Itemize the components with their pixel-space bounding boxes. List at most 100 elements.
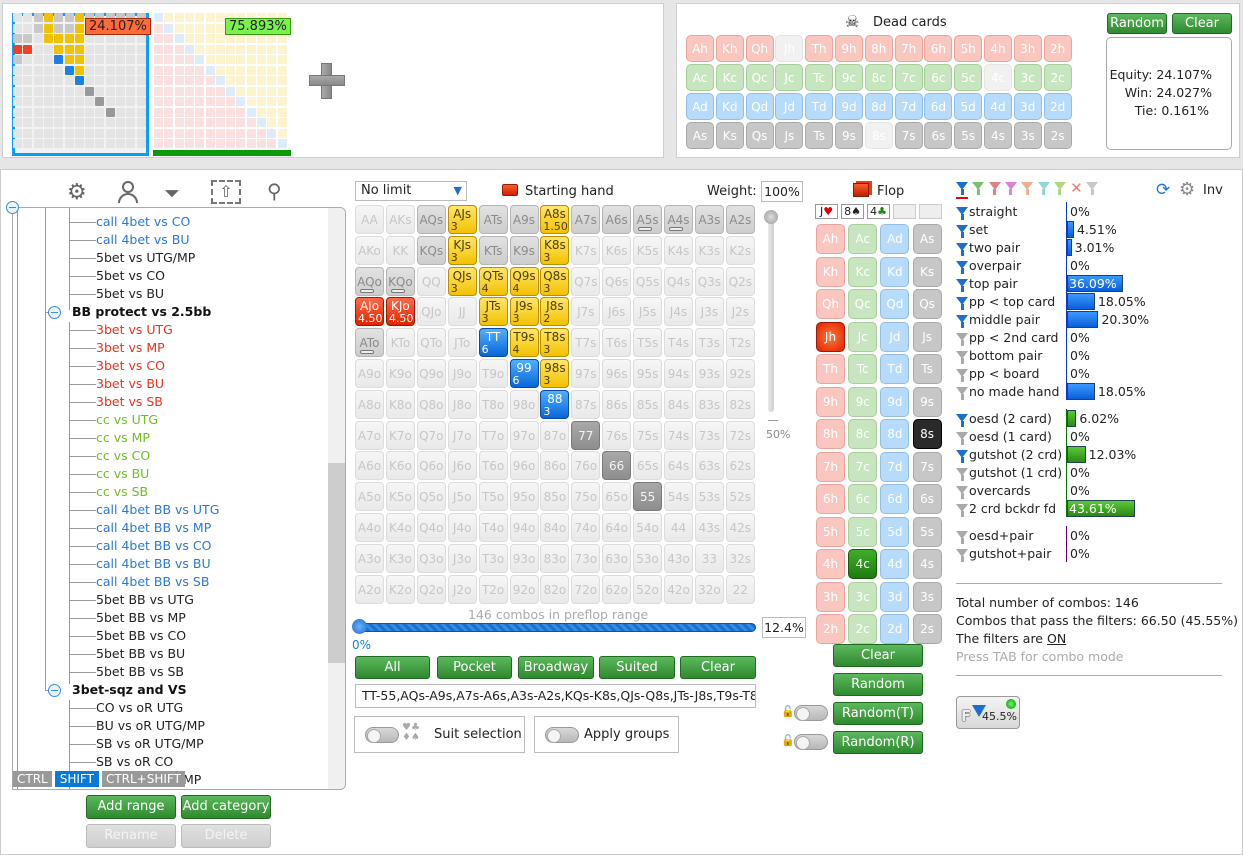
hand-cell[interactable]: QJo [416, 297, 446, 327]
hand-cell[interactable]: 62o [602, 574, 632, 604]
hand-cell[interactable]: TT 6 [478, 328, 508, 358]
hand-cell[interactable]: 66 [602, 451, 632, 481]
hand-cell[interactable]: A4o [355, 513, 384, 542]
hand-cell[interactable]: 74s [664, 420, 693, 450]
flop-card-3s[interactable]: 3s [912, 581, 942, 612]
dead-card[interactable]: Qh [745, 35, 774, 62]
hand-cell[interactable]: 97o [509, 420, 539, 450]
hand-cell[interactable]: KTo [385, 328, 415, 358]
hand-cell[interactable]: 96s [602, 359, 632, 388]
flop-card-Ad[interactable]: Ad [880, 224, 910, 254]
filter-icon[interactable]: ⏷ [164, 181, 180, 205]
flop-card-3d[interactable]: 3d [880, 581, 910, 612]
hand-cell[interactable]: 76s [602, 420, 632, 450]
hand-cell[interactable]: K8o [385, 389, 415, 419]
tree-item[interactable]: call 4bet BB vs MP [96, 520, 211, 535]
apply-groups-toggle[interactable] [545, 727, 579, 743]
hand-cell[interactable]: Q4s [664, 266, 693, 296]
hand-cell[interactable]: 43s [694, 513, 724, 542]
flop-card-Qh[interactable]: Qh [816, 289, 845, 319]
dead-card[interactable]: 9s [835, 122, 863, 149]
filter-label[interactable]: gutshot (2 crd) [969, 447, 1062, 462]
flop-card-3c[interactable]: 3c [848, 581, 878, 612]
board-slot-empty[interactable] [893, 204, 916, 219]
flop-card-6h[interactable]: 6h [816, 484, 845, 514]
filter-summary-badge[interactable]: F 45.5% [956, 696, 1020, 729]
hand-cell[interactable]: J7o [447, 420, 477, 450]
hand-cell[interactable]: T8s 3 [540, 328, 570, 358]
hand-cell[interactable]: 53o [633, 543, 663, 573]
collapse-icon[interactable] [48, 306, 61, 319]
hand-cell[interactable]: T4s [664, 328, 693, 358]
flop-random-button[interactable]: Random [833, 673, 923, 696]
invert-label[interactable]: Inv [1203, 183, 1223, 198]
flop-card-6c[interactable]: 6c [848, 484, 878, 514]
hand-cell[interactable]: Q4o [416, 513, 446, 542]
add-range-plus-icon[interactable] [309, 63, 345, 99]
filter-label[interactable]: pp < top card [969, 294, 1055, 309]
flop-card-Tc[interactable]: Tc [848, 354, 878, 384]
flop-card-2c[interactable]: 2c [848, 614, 878, 644]
dead-card[interactable]: 6c [924, 64, 953, 91]
flop-clear-button[interactable]: Clear [833, 644, 923, 667]
tree-item[interactable]: BU vs oR UTG/MP [96, 718, 205, 733]
gear-icon[interactable]: ⚙ [67, 180, 87, 205]
collapse-root-icon[interactable] [6, 201, 19, 214]
hand-cell[interactable]: K4o [385, 513, 415, 542]
hand-cell[interactable]: 75o [571, 482, 601, 512]
tree-scrollbar-thumb[interactable] [328, 463, 345, 663]
hand-cell[interactable]: J9o [447, 359, 477, 388]
flop-card-Kh[interactable]: Kh [816, 256, 845, 287]
tree-item[interactable]: 5bet BB vs UTG [96, 592, 194, 607]
filter-label[interactable]: 2 crd bckdr fd [969, 501, 1056, 516]
tree-item[interactable]: call 4bet BB vs BU [96, 556, 211, 571]
range-percent-slider[interactable] [357, 623, 756, 632]
flop-card-Kc[interactable]: Kc [848, 256, 878, 287]
collapse-icon[interactable] [48, 684, 61, 697]
range-text-input[interactable]: TT-55,AQs-A9s,A7s-A6s,A3s-A2s,KQs-K8s,QJ… [355, 684, 756, 708]
weight-slider-handle[interactable] [764, 210, 778, 224]
hand-cell[interactable]: T2s [725, 328, 755, 358]
dead-card[interactable]: 7s [894, 122, 923, 149]
hand-cell[interactable]: T5o [478, 482, 508, 512]
dead-card[interactable]: 2c [1043, 64, 1072, 91]
tree-category[interactable]: 3bet-sqz and VS [72, 682, 187, 697]
hand-cell[interactable]: T3s [694, 328, 724, 358]
settings-gear-icon[interactable]: ⚙ [1179, 179, 1195, 200]
tree-item[interactable]: 5bet BB vs CO [96, 628, 186, 643]
hand-cell[interactable]: QTo [416, 328, 446, 358]
dead-card[interactable]: Kd [715, 93, 744, 120]
tree-category[interactable]: BB protect vs 2.5bb [72, 304, 211, 319]
tree-item[interactable]: 5bet vs BU [96, 286, 164, 301]
dead-card[interactable]: Ad [686, 93, 714, 120]
tree-item[interactable]: cc vs SB [96, 484, 148, 499]
dead-card[interactable]: 2h [1043, 35, 1072, 62]
hand-cell[interactable]: K3s [694, 235, 724, 265]
filter-label[interactable]: oesd+pair [969, 528, 1033, 543]
dead-card[interactable]: 3d [1013, 93, 1042, 120]
hand-cell[interactable]: Q8s 3 [540, 266, 570, 296]
hand-cell[interactable]: AQs [416, 205, 446, 234]
hand-cell[interactable]: 83s [694, 389, 724, 419]
flop-card-Ts[interactable]: Ts [912, 354, 942, 384]
hand-cell[interactable]: K7s [571, 235, 601, 265]
hand-cell[interactable]: 33 [694, 543, 724, 573]
hand-cell[interactable]: J4s [664, 297, 693, 327]
dead-card[interactable]: 7c [894, 64, 923, 91]
hand-cell[interactable]: K4s [664, 235, 693, 265]
flop-card-9c[interactable]: 9c [848, 386, 878, 417]
dead-card[interactable]: 8h [864, 35, 893, 62]
flop-card-Js[interactable]: Js [912, 321, 942, 352]
hand-cell[interactable]: 44 [664, 513, 693, 542]
hand-cell[interactable]: Q9s 4 [509, 266, 539, 296]
flop-card-Th[interactable]: Th [816, 354, 845, 384]
hand-cell[interactable]: Q2s [725, 266, 755, 296]
flop-card-4d[interactable]: 4d [880, 549, 910, 579]
select-broadway-button[interactable]: Broadway [518, 656, 594, 679]
hand-cell[interactable]: A3o [355, 543, 384, 573]
dead-card[interactable]: 9h [835, 35, 863, 62]
hand-cell[interactable]: T7s [571, 328, 601, 358]
flop-card-4h[interactable]: 4h [816, 549, 845, 579]
hand-cell[interactable]: Q2o [416, 574, 446, 604]
hand-cell[interactable]: 73o [571, 543, 601, 573]
